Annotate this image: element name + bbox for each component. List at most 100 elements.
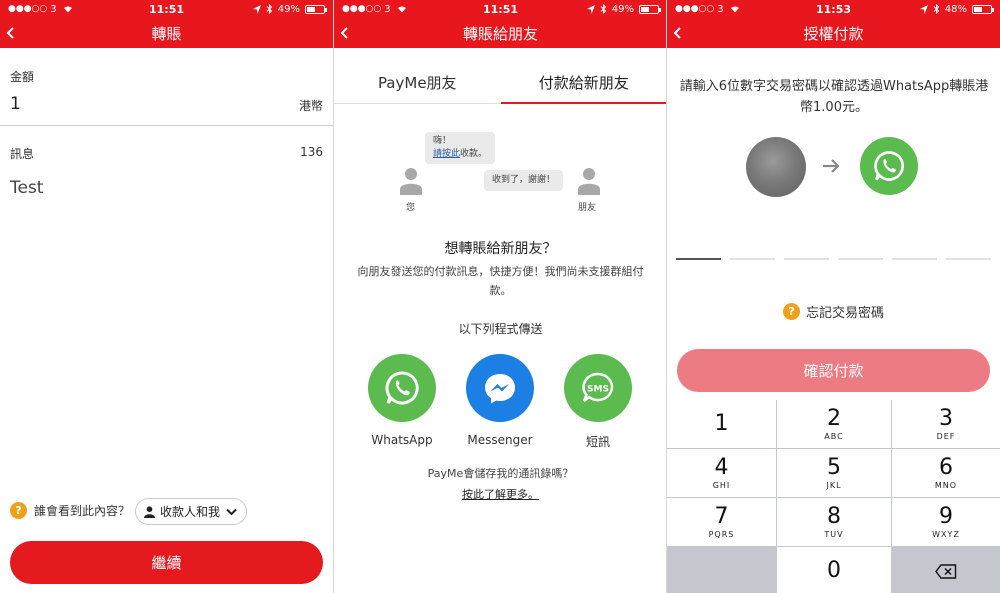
bubble-text: 嗨！ <box>433 136 452 146</box>
back-button[interactable] <box>340 18 360 48</box>
pin-slot <box>676 258 721 260</box>
learn-more-link[interactable]: 按此了解更多。 <box>334 486 667 502</box>
visibility-value: 收款人和我 <box>160 505 221 519</box>
contacts-question: PayMe會儲存我的通訊錄嗎？ <box>427 467 574 480</box>
battery-icon <box>972 4 994 14</box>
page-title: 轉賬 <box>151 24 182 43</box>
messenger-icon <box>466 354 534 422</box>
key-9[interactable]: 9 WXYZ <box>892 498 1000 546</box>
help-icon: ? <box>782 303 800 320</box>
key-0[interactable]: 0 <box>777 547 891 593</box>
key-digit: 9 <box>939 504 953 529</box>
person-icon <box>400 168 422 195</box>
key-4[interactable]: 4 GHI <box>667 449 776 497</box>
nav-bar: 轉賬給朋友 <box>334 18 667 48</box>
friend-label: 朋友 <box>578 203 597 213</box>
bluetooth-icon <box>600 4 606 14</box>
key-letters: PQRS <box>708 530 735 539</box>
visibility-dropdown[interactable]: 收款人和我 <box>135 498 247 525</box>
confirm-payment-button[interactable]: 確認付款 <box>677 349 990 392</box>
share-whatsapp-button[interactable]: WhatsApp <box>357 354 447 447</box>
key-letters: GHI <box>712 481 731 490</box>
key-letters: JKL <box>826 481 842 490</box>
key-digit: 3 <box>939 406 953 431</box>
help-icon: ? <box>10 502 27 519</box>
location-icon <box>919 4 928 14</box>
chevron-down-icon <box>226 508 237 515</box>
avatar <box>746 137 806 197</box>
share-sms-button[interactable]: SMS 短訊 <box>553 354 643 450</box>
pin-slot <box>784 258 829 260</box>
continue-button[interactable]: 繼續 <box>10 541 323 584</box>
key-digit: 5 <box>827 455 841 480</box>
key-digit: 7 <box>714 504 729 529</box>
bubble-text: 收款。 <box>460 149 488 159</box>
key-digit: 2 <box>827 406 841 431</box>
key-8[interactable]: 8 TUV <box>777 498 891 546</box>
bluetooth-icon <box>933 4 939 14</box>
tab-payme-friends[interactable]: PayMe朋友 <box>334 62 501 104</box>
visibility-question: 誰會看到此內容？ <box>34 504 131 518</box>
delete-key[interactable] <box>892 547 1000 593</box>
divider <box>0 125 333 126</box>
pin-slot <box>730 258 775 260</box>
key-5[interactable]: 5 JKL <box>777 449 891 497</box>
key-letters: WXYZ <box>932 530 960 539</box>
chevron-left-icon <box>673 27 681 39</box>
key-6[interactable]: 6 MNO <box>892 449 1000 497</box>
key-digit: 1 <box>714 410 729 436</box>
person-icon <box>578 168 600 195</box>
key-letters: TUV <box>824 530 844 539</box>
page-title: 授權付款 <box>803 24 864 43</box>
transfer-screen: ●●●○○ 3 11:51 49% 轉賬 金額 1 港幣 訊息 136 Test… <box>0 0 333 593</box>
message-input[interactable]: Test <box>10 178 43 198</box>
key-7[interactable]: 7 PQRS <box>667 498 776 546</box>
app-name: WhatsApp <box>371 433 433 447</box>
send-via-label: 以下列程式傳送 <box>458 322 543 336</box>
battery-percent: 49% <box>611 3 634 15</box>
pin-slot <box>946 258 991 260</box>
location-icon <box>586 4 595 14</box>
bubble-link: 請按此 <box>433 149 461 159</box>
key-digit: 8 <box>827 504 841 529</box>
whatsapp-icon <box>368 354 436 422</box>
key-digit: 4 <box>714 455 729 480</box>
page-title: 轉賬給朋友 <box>462 24 538 43</box>
amount-label: 金額 <box>10 70 35 84</box>
chevron-left-icon <box>6 27 14 39</box>
key-blank <box>667 547 776 593</box>
back-button[interactable] <box>6 18 26 48</box>
currency-label: 港幣 <box>298 99 323 113</box>
battery-icon <box>305 4 327 14</box>
learn-more-text: 按此了解更多。 <box>462 488 539 501</box>
key-1[interactable]: 1 <box>667 400 776 448</box>
chat-bubble-request: 嗨！ 請按此收款。 <box>425 132 496 164</box>
key-2[interactable]: 2 ABC <box>777 400 891 448</box>
key-3[interactable]: 3 DEF <box>892 400 1000 448</box>
chat-bubble-reply: 收到了，謝謝！ <box>484 170 564 191</box>
pin-slot <box>838 258 883 260</box>
tab-bar: PayMe朋友 付款給新朋友 <box>334 62 667 104</box>
status-bar: ●●●○○ 3 11:51 49% <box>0 0 333 18</box>
forgot-pin-link[interactable]: ? 忘記交易密碼 <box>667 302 1000 321</box>
chevron-left-icon <box>340 27 348 39</box>
battery-icon <box>639 4 661 14</box>
key-digit: 0 <box>827 558 841 583</box>
app-name: Messenger <box>467 433 533 447</box>
amount-input[interactable]: 1 <box>10 94 21 114</box>
visibility-help[interactable]: ? 誰會看到此內容？ <box>10 502 130 519</box>
transfer-new-friend-screen: ●●●○○ 3 11:51 49% 轉賬給朋友 PayMe朋友 付款給新朋友 嗨… <box>334 0 667 593</box>
tab-new-friend[interactable]: 付款給新朋友 <box>500 62 667 104</box>
section-heading: 想轉賬給新朋友？ <box>444 241 557 257</box>
key-digit: 6 <box>939 455 953 480</box>
battery-percent: 48% <box>944 3 967 15</box>
nav-bar: 轉賬 <box>0 18 333 48</box>
forgot-pin-text: 忘記交易密碼 <box>805 306 884 321</box>
share-messenger-button[interactable]: Messenger <box>455 354 545 447</box>
back-button[interactable] <box>673 18 693 48</box>
numeric-keypad: 1 2 ABC 3 DEF 4 GHI 5 JKL 6 MNO 7 PQRS 8 TUV 9W… <box>667 400 1000 593</box>
you-label: 您 <box>406 203 416 213</box>
pin-input[interactable] <box>676 258 991 260</box>
status-bar: ●●●○○ 3 11:53 48% <box>667 0 1000 18</box>
status-bar: ●●●○○ 3 11:51 49% <box>334 0 667 18</box>
